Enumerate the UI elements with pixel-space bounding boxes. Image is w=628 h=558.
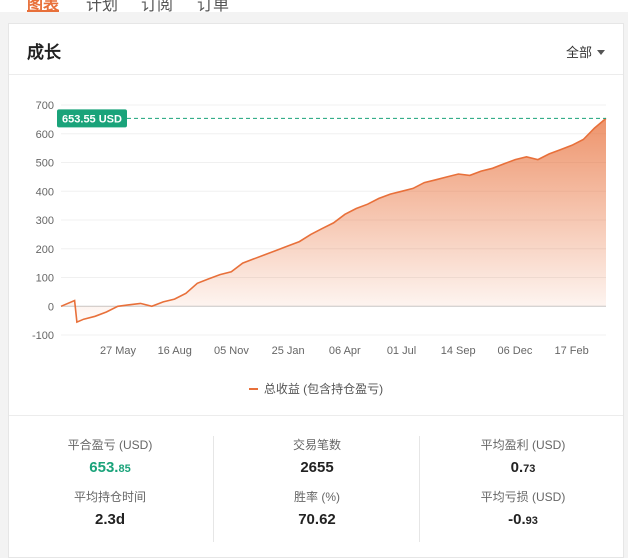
- stat-value: 2655: [300, 459, 334, 476]
- x-tick-label: 27 May: [100, 345, 137, 357]
- y-tick-label: 100: [36, 273, 54, 285]
- y-tick-label: 300: [36, 215, 54, 227]
- growth-card: 成长 全部 700 600 500 400 300 200 100 0 -100 27 May 16…: [8, 23, 624, 558]
- stat-closed-pnl: 平合盈亏 (USD) 653.85: [10, 436, 210, 476]
- stat-label: 平均持仓时间: [73, 490, 146, 504]
- stat-label: 胜率 (%): [294, 490, 340, 504]
- stat-label: 平均盈利 (USD): [480, 438, 566, 452]
- stat-avg-loss: 平均亏损 (USD) -0.93: [423, 488, 623, 528]
- x-tick-label: 05 Nov: [214, 345, 249, 357]
- x-tick-label: 17 Feb: [554, 345, 588, 357]
- stat-win-rate: 胜率 (%) 70.62: [217, 488, 417, 528]
- stat-label: 平均亏损 (USD): [480, 490, 566, 504]
- legend-swatch: [248, 388, 258, 390]
- x-tick-label: 06 Apr: [329, 345, 361, 357]
- y-tick-label: 500: [36, 158, 54, 170]
- x-tick-label: 16 Aug: [158, 345, 192, 357]
- stat-value: 653.85: [89, 459, 131, 476]
- stat-value: -0.93: [508, 511, 538, 528]
- y-tick-label: 400: [36, 186, 54, 198]
- stat-trade-count: 交易笔数 2655: [217, 436, 417, 476]
- stat-value: 70.62: [298, 511, 336, 528]
- y-tick-label: 700: [36, 100, 54, 112]
- y-tick-label: 0: [48, 301, 54, 313]
- y-tick-label: 600: [36, 129, 54, 141]
- x-tick-label: 06 Dec: [497, 345, 532, 357]
- x-tick-label: 14 Sep: [441, 345, 476, 357]
- x-tick-label: 25 Jan: [272, 345, 305, 357]
- stat-value: 0.73: [510, 459, 536, 476]
- growth-chart: 700 600 500 400 300 200 100 0 -100 27 May 16 Aug 05…: [32, 100, 607, 357]
- stat-label: 平合盈亏 (USD): [67, 438, 153, 452]
- stat-label: 交易笔数: [292, 438, 341, 452]
- y-tick-label: 200: [36, 244, 54, 256]
- legend-label: 总收益 (包含持仓盈亏): [263, 382, 384, 396]
- stats-divider: [9, 415, 623, 416]
- stat-avg-profit: 平均盈利 (USD) 0.73: [423, 436, 623, 476]
- stat-avg-holding-time: 平均持仓时间 2.3d: [10, 488, 210, 528]
- column-divider: [419, 436, 420, 542]
- y-tick-label: -100: [32, 330, 54, 342]
- chart-legend[interactable]: 总收益 (包含持仓盈亏): [9, 380, 623, 397]
- stat-value: 2.3d: [94, 511, 125, 528]
- column-divider: [213, 436, 214, 542]
- x-tick-label: 01 Jul: [387, 345, 416, 357]
- current-value-label: 653.55 USD: [62, 113, 122, 125]
